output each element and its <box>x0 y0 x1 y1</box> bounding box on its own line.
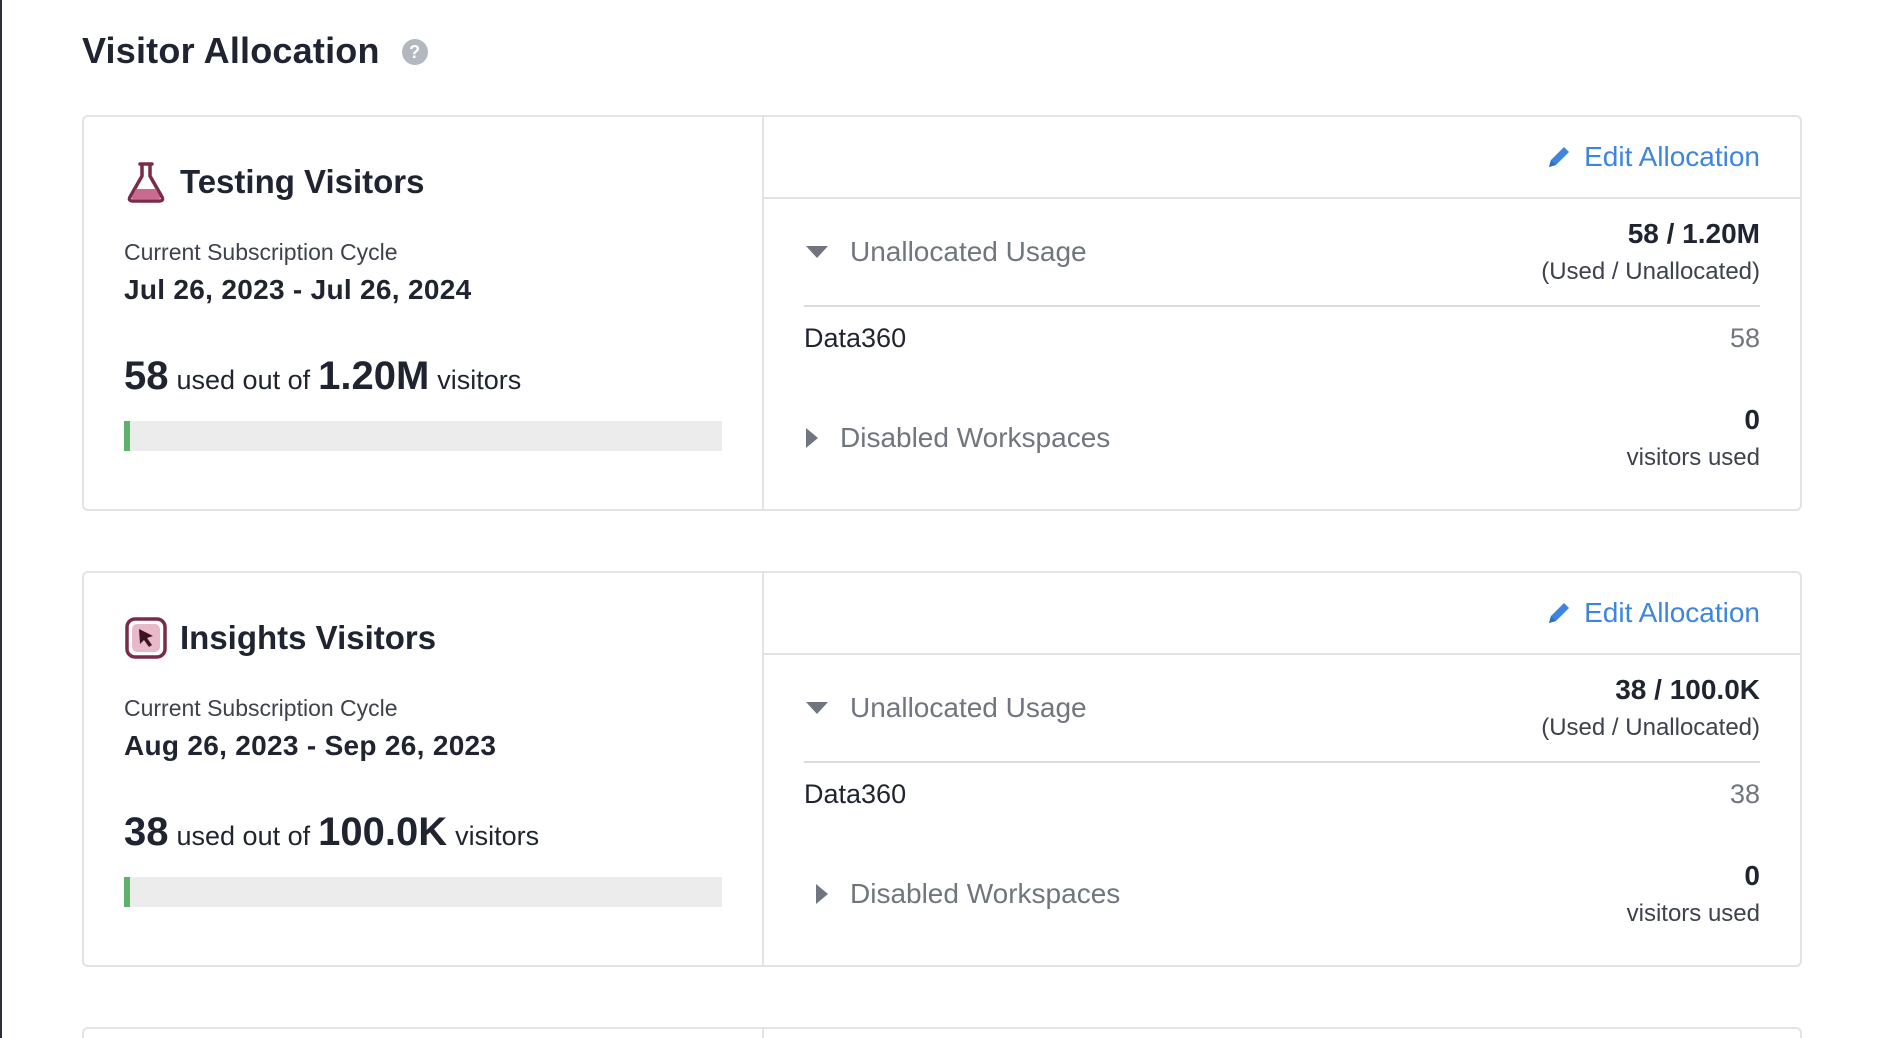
disabled-stat: 0 visitors used <box>1627 404 1760 472</box>
visitor-allocation-page: Visitor Allocation ? Testing Visitors Cu… <box>82 0 1802 1038</box>
total-count: 1.20M <box>318 354 430 398</box>
unallocated-usage-row: Unallocated Usage 38 / 100.0K (Used / Un… <box>804 655 1760 763</box>
help-icon[interactable]: ? <box>401 39 428 65</box>
disabled-workspaces-row: Disabled Workspaces 0 visitors used <box>804 383 1760 493</box>
cycle-label: Current Subscription Cycle <box>124 239 398 265</box>
unallocated-usage-label: Unallocated Usage <box>850 692 1087 723</box>
workspace-row: Data360 58 <box>804 307 1760 369</box>
insights-summary-panel: Insights Visitors Current Subscription C… <box>84 573 764 965</box>
edit-row: Edit Allocation <box>764 573 1800 655</box>
usage-progress-bar <box>124 421 722 451</box>
edit-allocation-label: Edit Allocation <box>1584 597 1760 628</box>
disabled-stat: 0 visitors used <box>1627 860 1760 928</box>
disabled-workspaces-row: Disabled Workspaces 0 visitors used <box>804 839 1760 949</box>
unallocated-value: 38 / 100.0K <box>1615 674 1760 705</box>
usage-progress-fill <box>124 877 130 907</box>
allocation-section: Unallocated Usage 38 / 100.0K (Used / Un… <box>764 655 1800 949</box>
visitors-unit-text: visitors <box>437 365 522 395</box>
card-title-row: Testing Visitors <box>124 159 722 205</box>
pencil-icon <box>1549 603 1570 623</box>
usage-summary: 38 used out of 100.0K visitors <box>124 810 722 855</box>
next-card-left <box>84 1029 764 1038</box>
workspace-name: Data360 <box>804 322 907 353</box>
visitors-unit-text: visitors <box>455 821 540 851</box>
used-count: 38 <box>124 810 169 854</box>
unallocated-sub: (Used / Unallocated) <box>1541 714 1760 741</box>
unallocated-usage-toggle[interactable]: Unallocated Usage <box>804 692 1087 724</box>
pencil-icon <box>1549 147 1570 167</box>
card-title: Testing Visitors <box>180 163 425 200</box>
cycle-label: Current Subscription Cycle <box>124 695 398 721</box>
edit-allocation-button[interactable]: Edit Allocation <box>1546 141 1760 173</box>
flask-icon <box>124 160 168 204</box>
edit-allocation-label: Edit Allocation <box>1584 141 1760 172</box>
insights-allocation-panel: Edit Allocation Unallocated Usage 38 / 1… <box>764 573 1800 965</box>
used-out-of-text: used out of <box>176 821 311 851</box>
unallocated-usage-label: Unallocated Usage <box>850 236 1087 267</box>
disabled-sub: visitors used <box>1626 444 1760 471</box>
usage-progress-bar <box>124 877 722 907</box>
unallocated-usage-toggle[interactable]: Unallocated Usage <box>804 236 1087 268</box>
page-title: Visitor Allocation <box>82 30 380 71</box>
disabled-sub: visitors used <box>1626 900 1760 927</box>
usage-summary: 58 used out of 1.20M visitors <box>124 354 722 399</box>
disabled-value: 0 <box>1744 860 1760 891</box>
usage-progress-fill <box>124 421 130 451</box>
testing-allocation-panel: Edit Allocation Unallocated Usage 58 / 1… <box>764 117 1800 509</box>
caret-down-icon <box>806 246 828 258</box>
edit-allocation-button[interactable]: Edit Allocation <box>1546 597 1760 629</box>
disabled-workspaces-label: Disabled Workspaces <box>850 878 1121 909</box>
testing-summary-panel: Testing Visitors Current Subscription Cy… <box>84 117 764 509</box>
workspace-value: 38 <box>1729 778 1760 809</box>
workspace-name: Data360 <box>804 778 907 809</box>
card-title-row: Insights Visitors <box>124 615 722 661</box>
unallocated-stat: 38 / 100.0K (Used / Unallocated) <box>1541 674 1760 742</box>
unallocated-usage-row: Unallocated Usage 58 / 1.20M (Used / Una… <box>804 199 1760 307</box>
disabled-workspaces-toggle[interactable]: Disabled Workspaces <box>804 422 1110 454</box>
caret-down-icon <box>806 702 828 714</box>
cycle-dates: Jul 26, 2023 - Jul 26, 2024 <box>124 274 472 305</box>
next-card-partial <box>82 1027 1802 1038</box>
workspace-value: 58 <box>1729 322 1760 353</box>
total-count: 100.0K <box>318 810 448 854</box>
caret-right-icon <box>816 884 828 904</box>
used-out-of-text: used out of <box>176 365 311 395</box>
insights-visitors-card: Insights Visitors Current Subscription C… <box>82 571 1802 967</box>
used-count: 58 <box>124 354 169 398</box>
disabled-workspaces-label: Disabled Workspaces <box>840 422 1111 453</box>
unallocated-value: 58 / 1.20M <box>1627 218 1760 249</box>
next-card-right <box>764 1029 1800 1038</box>
window-edge <box>0 0 2 1038</box>
disabled-value: 0 <box>1744 404 1760 435</box>
disabled-workspaces-toggle[interactable]: Disabled Workspaces <box>804 878 1120 910</box>
workspace-row: Data360 38 <box>804 763 1760 825</box>
cycle-dates: Aug 26, 2023 - Sep 26, 2023 <box>124 730 497 761</box>
testing-visitors-card: Testing Visitors Current Subscription Cy… <box>82 115 1802 511</box>
allocation-section: Unallocated Usage 58 / 1.20M (Used / Una… <box>764 199 1800 493</box>
caret-right-icon <box>806 428 818 448</box>
cursor-click-icon <box>124 616 168 660</box>
card-title: Insights Visitors <box>180 619 437 656</box>
unallocated-stat: 58 / 1.20M (Used / Unallocated) <box>1541 218 1760 286</box>
page-header: Visitor Allocation ? <box>82 0 1802 100</box>
unallocated-sub: (Used / Unallocated) <box>1541 258 1760 285</box>
edit-row: Edit Allocation <box>764 117 1800 199</box>
